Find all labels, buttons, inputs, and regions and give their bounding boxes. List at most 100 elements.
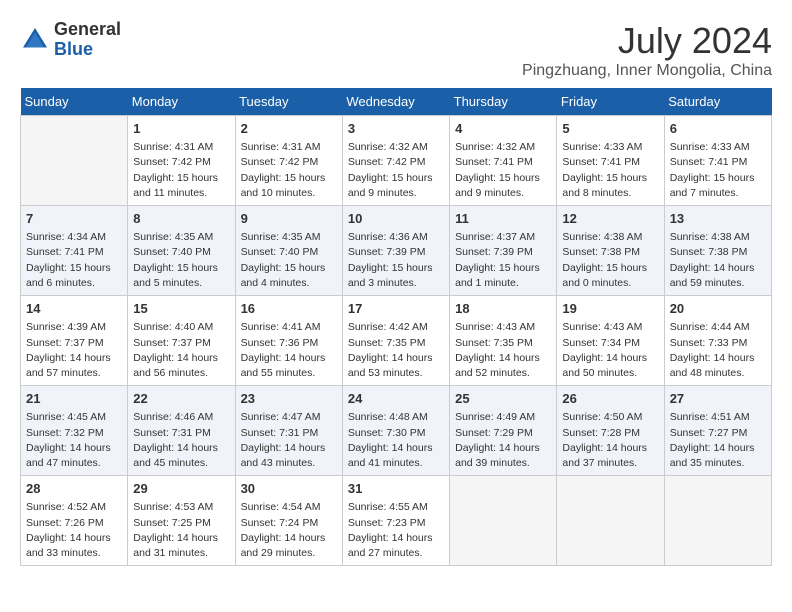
cell-text: Daylight: 14 hours — [670, 351, 766, 366]
cell-text: Daylight: 14 hours — [455, 351, 551, 366]
calendar-cell: 24Sunrise: 4:48 AMSunset: 7:30 PMDayligh… — [342, 386, 449, 476]
cell-text: Sunrise: 4:49 AM — [455, 410, 551, 425]
cell-text: Sunset: 7:25 PM — [133, 516, 229, 531]
logo-icon — [20, 25, 50, 55]
day-number: 24 — [348, 390, 444, 408]
day-number: 1 — [133, 120, 229, 138]
cell-text: Sunrise: 4:35 AM — [241, 230, 337, 245]
day-number: 2 — [241, 120, 337, 138]
day-number: 7 — [26, 210, 122, 228]
cell-text: Sunset: 7:40 PM — [133, 245, 229, 260]
calendar-table: SundayMondayTuesdayWednesdayThursdayFrid… — [20, 88, 772, 566]
header-sunday: Sunday — [21, 88, 128, 116]
cell-text: Sunrise: 4:43 AM — [562, 320, 658, 335]
cell-text: Sunset: 7:35 PM — [348, 336, 444, 351]
cell-text: Daylight: 14 hours — [348, 351, 444, 366]
calendar-cell: 3Sunrise: 4:32 AMSunset: 7:42 PMDaylight… — [342, 116, 449, 206]
cell-text: Sunrise: 4:42 AM — [348, 320, 444, 335]
day-number: 4 — [455, 120, 551, 138]
calendar-cell: 9Sunrise: 4:35 AMSunset: 7:40 PMDaylight… — [235, 206, 342, 296]
header-monday: Monday — [128, 88, 235, 116]
cell-text: Sunset: 7:38 PM — [562, 245, 658, 260]
calendar-cell: 14Sunrise: 4:39 AMSunset: 7:37 PMDayligh… — [21, 296, 128, 386]
calendar-body: 1Sunrise: 4:31 AMSunset: 7:42 PMDaylight… — [21, 116, 772, 566]
cell-text: Daylight: 14 hours — [348, 441, 444, 456]
cell-text: and 35 minutes. — [670, 456, 766, 471]
cell-text: Sunset: 7:26 PM — [26, 516, 122, 531]
calendar-cell: 21Sunrise: 4:45 AMSunset: 7:32 PMDayligh… — [21, 386, 128, 476]
calendar-week-1: 1Sunrise: 4:31 AMSunset: 7:42 PMDaylight… — [21, 116, 772, 206]
header-wednesday: Wednesday — [342, 88, 449, 116]
cell-text: Daylight: 15 hours — [348, 171, 444, 186]
cell-text: Sunset: 7:24 PM — [241, 516, 337, 531]
cell-text: Daylight: 15 hours — [562, 171, 658, 186]
cell-text: and 3 minutes. — [348, 276, 444, 291]
day-number: 15 — [133, 300, 229, 318]
calendar-cell — [450, 476, 557, 566]
cell-text: Sunrise: 4:44 AM — [670, 320, 766, 335]
cell-text: Daylight: 14 hours — [133, 351, 229, 366]
cell-text: and 5 minutes. — [133, 276, 229, 291]
cell-text: Sunrise: 4:54 AM — [241, 500, 337, 515]
cell-text: Sunset: 7:38 PM — [670, 245, 766, 260]
cell-text: Daylight: 15 hours — [670, 171, 766, 186]
cell-text: and 41 minutes. — [348, 456, 444, 471]
day-number: 29 — [133, 480, 229, 498]
calendar-cell: 25Sunrise: 4:49 AMSunset: 7:29 PMDayligh… — [450, 386, 557, 476]
header-thursday: Thursday — [450, 88, 557, 116]
cell-text: Sunrise: 4:37 AM — [455, 230, 551, 245]
cell-text: and 37 minutes. — [562, 456, 658, 471]
cell-text: Sunset: 7:28 PM — [562, 426, 658, 441]
cell-text: Sunset: 7:42 PM — [348, 155, 444, 170]
calendar-cell: 11Sunrise: 4:37 AMSunset: 7:39 PMDayligh… — [450, 206, 557, 296]
cell-text: Daylight: 14 hours — [133, 531, 229, 546]
calendar-cell: 16Sunrise: 4:41 AMSunset: 7:36 PMDayligh… — [235, 296, 342, 386]
calendar-cell: 31Sunrise: 4:55 AMSunset: 7:23 PMDayligh… — [342, 476, 449, 566]
header-friday: Friday — [557, 88, 664, 116]
cell-text: and 55 minutes. — [241, 366, 337, 381]
cell-text: Daylight: 14 hours — [133, 441, 229, 456]
cell-text: and 9 minutes. — [348, 186, 444, 201]
cell-text: Daylight: 15 hours — [133, 171, 229, 186]
cell-text: and 45 minutes. — [133, 456, 229, 471]
cell-text: and 27 minutes. — [348, 546, 444, 561]
cell-text: Sunrise: 4:39 AM — [26, 320, 122, 335]
logo: General Blue — [20, 20, 121, 60]
cell-text: Sunrise: 4:31 AM — [133, 140, 229, 155]
calendar-cell: 27Sunrise: 4:51 AMSunset: 7:27 PMDayligh… — [664, 386, 771, 476]
month-year-title: July 2024 — [522, 20, 772, 62]
cell-text: Sunset: 7:41 PM — [670, 155, 766, 170]
calendar-header: SundayMondayTuesdayWednesdayThursdayFrid… — [21, 88, 772, 116]
cell-text: and 59 minutes. — [670, 276, 766, 291]
cell-text: Sunrise: 4:40 AM — [133, 320, 229, 335]
calendar-cell: 2Sunrise: 4:31 AMSunset: 7:42 PMDaylight… — [235, 116, 342, 206]
cell-text: Daylight: 15 hours — [241, 171, 337, 186]
cell-text: and 57 minutes. — [26, 366, 122, 381]
cell-text: and 11 minutes. — [133, 186, 229, 201]
calendar-cell — [664, 476, 771, 566]
cell-text: Sunrise: 4:41 AM — [241, 320, 337, 335]
cell-text: and 9 minutes. — [455, 186, 551, 201]
cell-text: and 8 minutes. — [562, 186, 658, 201]
calendar-cell — [21, 116, 128, 206]
day-number: 17 — [348, 300, 444, 318]
calendar-week-5: 28Sunrise: 4:52 AMSunset: 7:26 PMDayligh… — [21, 476, 772, 566]
cell-text: Sunrise: 4:34 AM — [26, 230, 122, 245]
cell-text: Sunrise: 4:43 AM — [455, 320, 551, 335]
cell-text: Sunrise: 4:32 AM — [455, 140, 551, 155]
cell-text: Sunset: 7:42 PM — [241, 155, 337, 170]
cell-text: Daylight: 15 hours — [455, 171, 551, 186]
location-subtitle: Pingzhuang, Inner Mongolia, China — [522, 62, 772, 80]
cell-text: Daylight: 14 hours — [670, 441, 766, 456]
cell-text: Sunrise: 4:38 AM — [670, 230, 766, 245]
day-number: 20 — [670, 300, 766, 318]
calendar-cell: 26Sunrise: 4:50 AMSunset: 7:28 PMDayligh… — [557, 386, 664, 476]
day-number: 9 — [241, 210, 337, 228]
day-number: 10 — [348, 210, 444, 228]
calendar-week-3: 14Sunrise: 4:39 AMSunset: 7:37 PMDayligh… — [21, 296, 772, 386]
header-tuesday: Tuesday — [235, 88, 342, 116]
day-number: 23 — [241, 390, 337, 408]
cell-text: Daylight: 14 hours — [348, 531, 444, 546]
cell-text: and 33 minutes. — [26, 546, 122, 561]
cell-text: Sunrise: 4:38 AM — [562, 230, 658, 245]
